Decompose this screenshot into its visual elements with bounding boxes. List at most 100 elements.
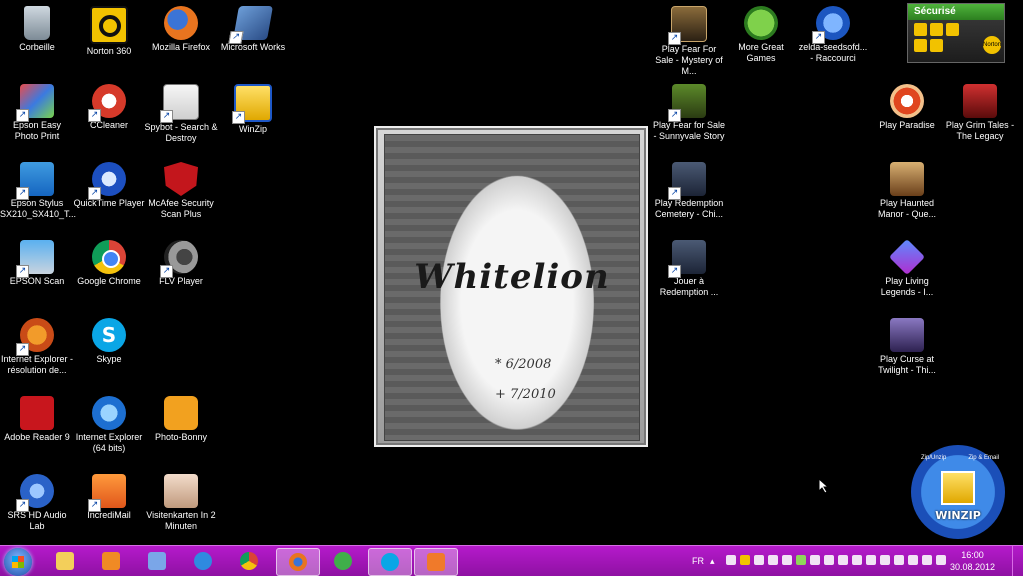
desktop-icon-mcafee[interactable]: McAfee Security Scan Plus [144,158,218,220]
photo-bonny-icon [164,396,198,430]
tray-icon-10[interactable] [852,555,862,565]
winzip-unzip-tag[interactable]: Zip/Unzip [921,455,946,461]
taskbar-button-internet-explorer[interactable] [182,548,224,574]
tray-network-icon[interactable] [908,555,918,565]
tray-expand-icon[interactable]: ▴ [710,546,715,576]
taskbar-button-chrome[interactable] [228,548,270,574]
norton-gadget[interactable]: Sécurisé Norton [907,3,1005,63]
desktop-icon-flv-player[interactable]: ↗ FLV Player [144,236,218,287]
icon-label: Play Fear for Sale - Sunnyvale Story [652,120,726,141]
internet-explorer-icon [194,552,212,570]
incredimail-icon [427,553,445,571]
norton-check-icon[interactable] [930,39,943,52]
shortcut-arrow-icon: ↗ [668,265,681,278]
desktop-icon-ccleaner[interactable]: ↗ CCleaner [72,80,146,131]
tray-icon-8[interactable] [824,555,834,565]
srs-audio-icon: ↗ [16,474,54,512]
ie-troubleshoot-icon: ↗ [16,318,54,356]
desktop-icon-grim-tales[interactable]: Play Grim Tales - The Legacy [943,80,1017,142]
tray-icon-11[interactable] [866,555,876,565]
desktop-icon-spybot[interactable]: ↗ Spybot - Search & Destroy [144,80,218,144]
taskbar-button-network[interactable] [322,548,364,574]
desktop-icon-firefox[interactable]: Mozilla Firefox [144,2,218,53]
tray-icon-7[interactable] [810,555,820,565]
norton-performance-icon[interactable] [914,39,927,52]
desktop-icon-visitenkarten[interactable]: Visitenkarten In 2 Minuten [144,470,218,532]
norton-logo: Norton [983,36,1001,54]
desktop-icon-microsoft-works[interactable]: ↗ Microsoft Works [216,2,290,53]
norton-backup-icon[interactable] [946,23,959,36]
tray-icon-3[interactable] [754,555,764,565]
tray-signal-icon[interactable] [936,555,946,565]
game-paradise-icon [890,84,924,118]
desktop-icon-adobe-reader[interactable]: Adobe Reader 9 [0,392,74,443]
desktop-icon-norton-360[interactable]: Norton 360 [72,2,146,57]
taskbar-button-explorer[interactable] [44,548,86,574]
tray-icon-13[interactable] [894,555,904,565]
desktop-icon-living-legends[interactable]: Play Living Legends - I... [870,236,944,298]
taskbar-clock[interactable]: 16:00 30.08.2012 [950,549,995,573]
desktop-icon-play-paradise[interactable]: Play Paradise [870,80,944,131]
start-button[interactable] [4,548,32,576]
tray-volume-icon[interactable] [922,555,932,565]
taskbar-button-incredimail[interactable] [414,548,458,576]
winzip-icon: ↗ [232,84,272,124]
desktop-icon-haunted-manor[interactable]: Play Haunted Manor - Que... [870,158,944,220]
desktop: Corbeille Norton 360 Mozilla Firefox ↗ M… [0,0,1023,545]
norton-scan-icon[interactable] [914,23,927,36]
icon-label: More Great Games [738,42,784,63]
icon-label: Mozilla Firefox [151,42,210,52]
game-haunted-icon [890,162,924,196]
taskbar-button-firefox[interactable] [276,548,320,576]
desktop-icon-ie-troubleshoot[interactable]: ↗ Internet Explorer - résolution de... [0,314,74,376]
desktop-icon-recycle-bin[interactable]: Corbeille [0,2,74,53]
shortcut-arrow-icon: ↗ [228,31,244,44]
desktop-icon-photo-bonny[interactable]: Photo-Bonny [144,392,218,443]
chrome-icon [240,552,258,570]
desktop-icon-chrome[interactable]: Google Chrome [72,236,146,287]
desktop-icon-epson-easy-photo[interactable]: ↗ Epson Easy Photo Print [0,80,74,142]
shortcut-arrow-icon: ↗ [16,187,29,200]
flash-icon: ↗ [812,6,850,44]
tray-icon-9[interactable] [838,555,848,565]
desktop-icon-curse-at-twilight[interactable]: Play Curse at Twilight - Thi... [870,314,944,376]
taskbar: FR ▴ 16:00 30.08.2012 [0,545,1023,576]
game-grim-icon [963,84,997,118]
desktop-icon-skype[interactable]: Skype [72,314,146,365]
desktop-icon-quicktime[interactable]: ↗ QuickTime Player [72,158,146,209]
recycle-bin-icon [24,6,50,40]
norton-identity-icon[interactable] [930,23,943,36]
icon-label: Skype [96,354,122,364]
shortcut-arrow-icon: ↗ [160,110,173,123]
desktop-icon-jouer-redemption[interactable]: ↗ Jouer à Redemption ... [652,236,726,298]
tray-icon-1[interactable] [726,555,736,565]
tray-flag-icon[interactable] [768,555,778,565]
game-curse-icon [890,318,924,352]
firefox-icon [289,553,307,571]
skype-icon [381,553,399,571]
winzip-email-tag[interactable]: Zip & Email [968,455,999,461]
winzip-gadget[interactable]: Zip/Unzip Zip & Email WINZIP [911,445,1005,539]
shortcut-arrow-icon: ↗ [812,31,825,44]
tray-icon-6[interactable] [796,555,806,565]
tray-icon-5[interactable] [782,555,792,565]
desktop-icon-redemption-cemetery[interactable]: ↗ Play Redemption Cemetery - Chi... [652,158,726,220]
desktop-icon-more-games[interactable]: More Great Games [724,2,798,64]
taskbar-button-media-player[interactable] [90,548,132,574]
taskbar-button-paint[interactable] [136,548,178,574]
desktop-icon-fear-for-sale-sunnyvale[interactable]: ↗ Play Fear for Sale - Sunnyvale Story [652,80,726,142]
desktop-icon-srs-audio[interactable]: ↗ SRS HD Audio Lab [0,470,74,532]
taskbar-button-skype[interactable] [368,548,412,576]
desktop-icon-incredimail[interactable]: ↗ IncrediMail [72,470,146,521]
tray-icon-12[interactable] [880,555,890,565]
desktop-icon-zelda-shortcut[interactable]: ↗ zelda-seedsofd... - Raccourci [796,2,870,64]
desktop-icon-epson-scan[interactable]: ↗ EPSON Scan [0,236,74,287]
tray-norton-icon[interactable] [740,555,750,565]
desktop-icon-internet-explorer[interactable]: Internet Explorer (64 bits) [72,392,146,454]
desktop-icon-winzip[interactable]: ↗ WinZip [216,80,290,135]
game-living-icon [888,238,926,276]
language-indicator[interactable]: FR [692,546,704,576]
desktop-icon-fear-for-sale-mystery[interactable]: ↗ Play Fear For Sale - Mystery of M... [652,2,726,77]
show-desktop-button[interactable] [1012,546,1023,576]
desktop-icon-epson-stylus[interactable]: ↗ Epson Stylus SX210_SX410_T... [0,158,76,220]
